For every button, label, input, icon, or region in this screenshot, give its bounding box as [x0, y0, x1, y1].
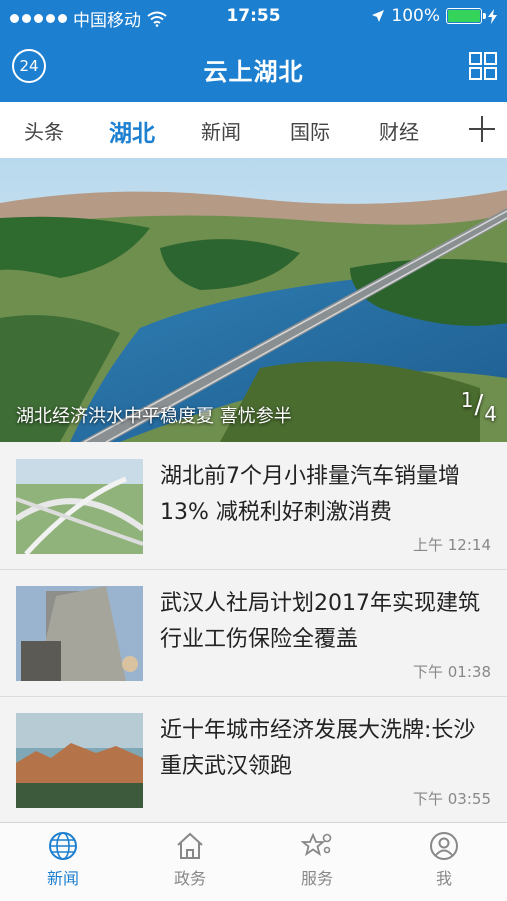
news-headline: 近十年城市经济发展大洗牌:长沙重庆武汉领跑 [160, 718, 476, 779]
app-title: 云上湖北 [203, 58, 304, 86]
hero-banner[interactable]: 湖北经济洪水中平稳度夏 喜忧参半 1/4 [0, 158, 507, 442]
news-time: 下午 03:55 [413, 790, 491, 808]
slide-current: 1 [460, 388, 474, 412]
list-item[interactable]: 湖北前7个月小排量汽车销量增13% 减税利好刺激消费 上午 12:14 [0, 443, 507, 570]
tab-international[interactable]: 国际 [290, 116, 330, 145]
location-arrow-icon [372, 10, 385, 22]
charging-bolt-icon [488, 8, 497, 24]
news-thumbnail [16, 586, 143, 681]
tab-headlines[interactable]: 头条 [24, 116, 64, 145]
news-thumbnail [16, 713, 143, 808]
news-headline: 湖北前7个月小排量汽车销量增13% 减税利好刺激消费 [160, 464, 460, 525]
tab-bar-services[interactable]: 服务 [272, 831, 362, 889]
add-channel-icon[interactable] [467, 114, 497, 144]
tab-news[interactable]: 新闻 [201, 116, 241, 145]
list-item[interactable]: 武汉人社局计划2017年实现建筑行业工伤保险全覆盖 下午 01:38 [0, 570, 507, 697]
tab-bar-label: 新闻 [46, 869, 79, 888]
battery-icon [446, 8, 486, 24]
news-thumbnail [16, 459, 143, 554]
bottom-tab-bar: 新闻 政务 服务 我 [0, 822, 507, 901]
slide-indicator: 1/4 [460, 388, 497, 426]
hero-caption: 湖北经济洪水中平稳度夏 喜忧参半 [16, 406, 292, 427]
nav-bar: 24 云上湖北 [0, 34, 507, 102]
battery-percent: 100% [391, 6, 440, 26]
news-time: 上午 12:14 [413, 536, 491, 554]
slide-total: 4 [484, 402, 497, 426]
tab-hubei[interactable]: 湖北 [109, 114, 155, 148]
tab-finance[interactable]: 财经 [379, 116, 419, 145]
hero-image [0, 158, 507, 442]
status-bar: 中国移动 17:55 100% [0, 0, 507, 34]
tab-bar-government[interactable]: 政务 [145, 831, 235, 889]
tab-bar-label: 政务 [173, 869, 206, 888]
list-item[interactable]: 近十年城市经济发展大洗牌:长沙重庆武汉领跑 下午 03:55 [0, 697, 507, 824]
status-right: 100% [371, 6, 497, 26]
news-time: 下午 01:38 [413, 663, 491, 681]
tab-bar-news[interactable]: 新闻 [18, 831, 108, 889]
globe-icon [49, 832, 77, 860]
person-icon [430, 832, 458, 860]
grid-menu-icon[interactable] [469, 52, 497, 80]
tab-bar-me[interactable]: 我 [399, 831, 489, 889]
star-services-icon [301, 832, 332, 857]
news-headline: 武汉人社局计划2017年实现建筑行业工伤保险全覆盖 [160, 591, 480, 652]
tab-bar-label: 我 [435, 869, 452, 888]
channel-tabs: 头条 湖北 新闻 国际 财经 [0, 102, 507, 159]
tab-bar-label: 服务 [300, 869, 333, 888]
home-icon [177, 832, 203, 859]
